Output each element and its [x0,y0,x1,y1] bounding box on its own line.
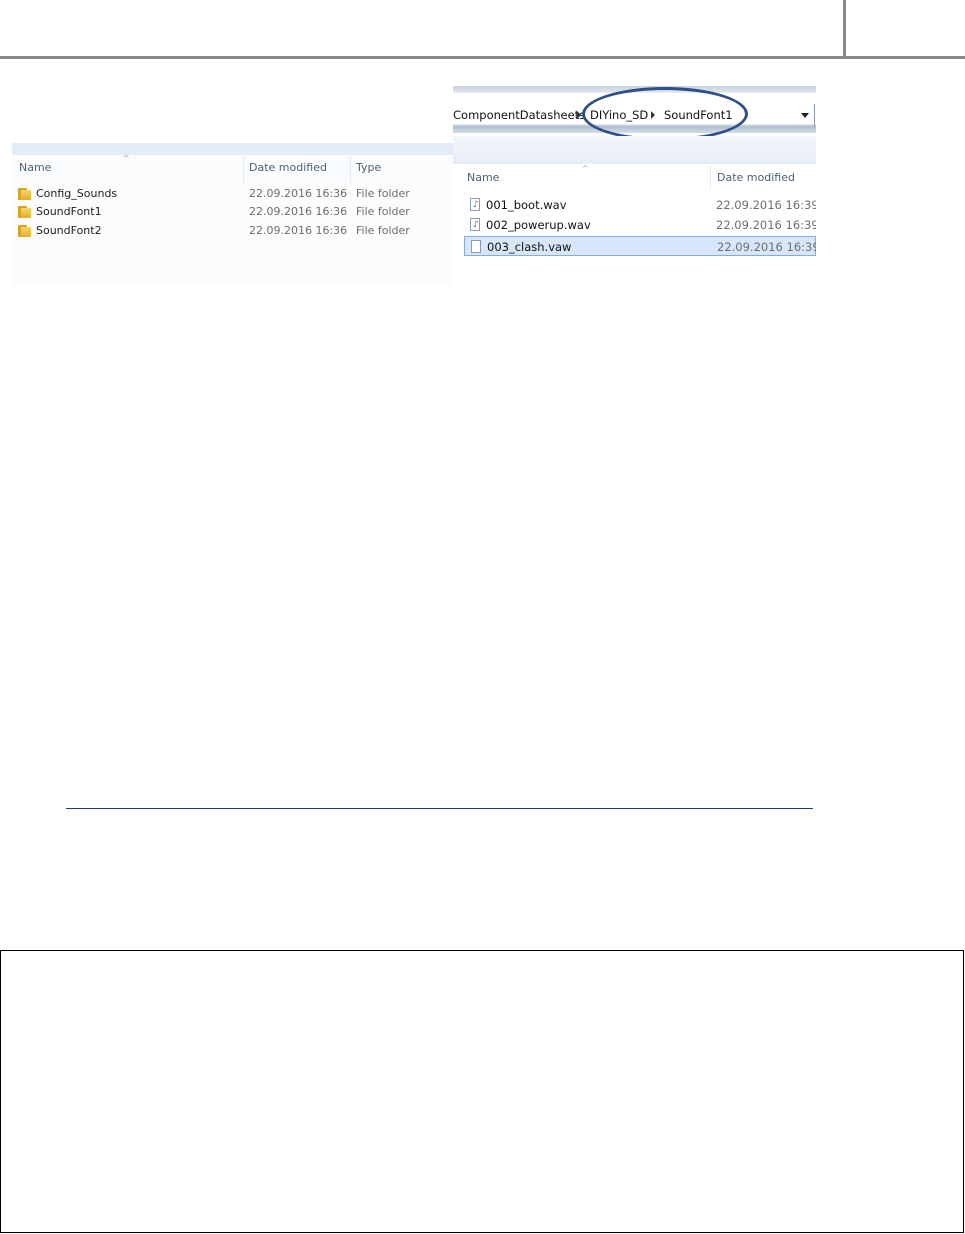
column-header-date-modified[interactable]: Date modified [717,171,795,185]
audio-file-icon: ♪ [470,218,480,231]
file-row-selected[interactable]: 003_clash.vaw 22.09.2016 16:39 [464,236,816,256]
folder-type: File folder [356,205,410,218]
folder-date: 22.09.2016 16:36 [249,187,348,200]
column-header-name[interactable]: Name [19,161,51,183]
column-separator [710,166,711,190]
header-rule [0,56,965,59]
breadcrumb-item[interactable]: ComponentDatasheets [453,107,585,123]
breadcrumb-chevron-icon[interactable] [577,111,581,119]
header-divider [843,0,846,57]
annotation-ellipse [582,87,748,141]
folder-name: SoundFont1 [36,205,102,218]
file-date: 22.09.2016 16:39 [717,240,816,254]
bottom-frame [0,950,964,1233]
file-name: 002_powerup.wav [486,218,591,232]
folder-row[interactable]: Config_Sounds 22.09.2016 16:36 File fold… [12,185,453,203]
file-date: 22.09.2016 16:39 [716,218,816,232]
folder-row[interactable]: SoundFont2 22.09.2016 16:36 File folder [12,222,453,240]
file-name: 001_boot.wav [486,198,567,212]
section-rule [66,808,813,809]
toolbar [453,136,816,164]
folder-icon [18,225,32,237]
folder-type: File folder [356,187,410,200]
column-header-name[interactable]: Name [467,171,499,185]
left-explorer-screenshot: ^ Name Date modified Type Config_Sounds … [12,143,453,286]
file-name: 003_clash.vaw [487,240,572,254]
file-row[interactable]: ♪ 002_powerup.wav 22.09.2016 16:39 [464,215,816,235]
sort-ascending-icon: ^ [123,154,130,163]
column-header-type[interactable]: Type [356,161,381,183]
audio-file-icon: ♪ [470,198,480,211]
right-explorer-screenshot: ComponentDatasheets DIYino_SD SoundFont1… [453,86,816,286]
folder-date: 22.09.2016 16:36 [249,205,348,218]
folder-icon [18,206,32,218]
file-row[interactable]: ♪ 001_boot.wav 22.09.2016 16:39 [464,195,816,215]
chevron-down-icon[interactable] [801,113,809,118]
folder-date: 22.09.2016 16:36 [249,224,348,237]
sort-ascending-icon: ^ [582,164,589,173]
column-separator [243,156,244,183]
folder-type: File folder [356,224,410,237]
folder-icon [18,188,32,200]
folder-name: Config_Sounds [36,187,118,200]
folder-row[interactable]: SoundFont1 22.09.2016 16:36 File folder [12,203,453,221]
file-date: 22.09.2016 16:39 [716,198,816,212]
explorer-header-band [12,143,453,155]
address-divider [814,104,815,126]
blank-file-icon [471,240,481,253]
folder-name: SoundFont2 [36,224,102,237]
column-header-date-modified[interactable]: Date modified [249,161,327,183]
column-separator [350,156,351,183]
